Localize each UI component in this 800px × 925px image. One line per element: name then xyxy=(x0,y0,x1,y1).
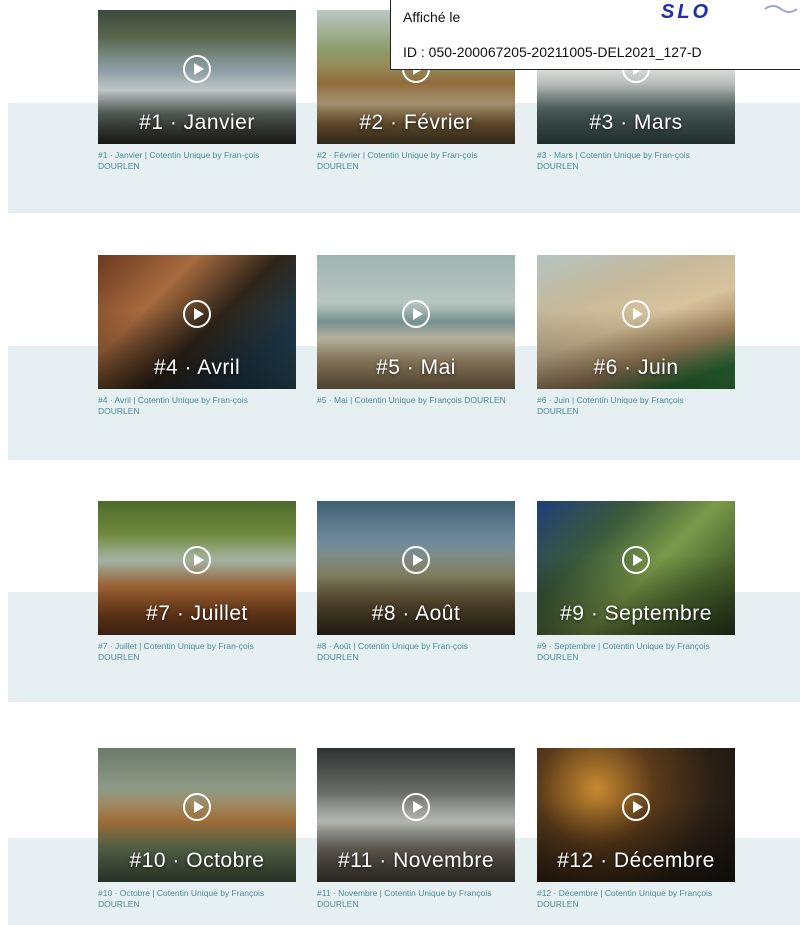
play-icon[interactable] xyxy=(622,546,650,574)
video-caption[interactable]: #9 · Septembre | Cotentin Unique by Fran… xyxy=(537,641,727,663)
stamp-displayed-label: Affiché le xyxy=(403,9,461,25)
video-card-aout: #8 · Août #8 · Août | Cotentin Unique by… xyxy=(317,501,515,663)
slo-logo: SLO xyxy=(661,1,800,21)
video-title: #7 · Juillet xyxy=(146,602,248,625)
video-card-juillet: #7 · Juillet #7 · Juillet | Cotentin Uni… xyxy=(98,501,296,663)
video-title: #3 · Mars xyxy=(589,111,683,134)
video-caption[interactable]: #12 · Décembre | Cotentin Unique by Fran… xyxy=(537,888,727,910)
video-caption[interactable]: #7 · Juillet | Cotentin Unique by Fran-ç… xyxy=(98,641,288,663)
video-thumbnail-septembre[interactable]: #9 · Septembre xyxy=(537,501,735,635)
video-title: #10 · Octobre xyxy=(129,849,265,872)
video-caption[interactable]: #6 · Juin | Cotentin Unique by François … xyxy=(537,395,727,417)
play-icon[interactable] xyxy=(402,300,430,328)
video-title: #1 · Janvier xyxy=(139,111,255,134)
video-title: #9 · Septembre xyxy=(560,602,712,625)
video-caption[interactable]: #8 · Août | Cotentin Unique by Fran-çois… xyxy=(317,641,507,663)
video-card-janvier: #1 · Janvier #1 · Janvier | Cotentin Uni… xyxy=(98,10,296,172)
play-icon[interactable] xyxy=(622,300,650,328)
video-card-octobre: #10 · Octobre #10 · Octobre | Cotentin U… xyxy=(98,748,296,910)
video-caption[interactable]: #11 · Novembre | Cotentin Unique by Fran… xyxy=(317,888,507,910)
play-icon[interactable] xyxy=(402,546,430,574)
video-card-juin: #6 · Juin #6 · Juin | Cotentin Unique by… xyxy=(537,255,735,417)
video-caption[interactable]: #2 · Février | Cotentin Unique by Fran-ç… xyxy=(317,150,507,172)
video-title: #4 · Avril xyxy=(153,356,241,379)
video-thumbnail-avril[interactable]: #4 · Avril xyxy=(98,255,296,389)
video-title: #5 · Mai xyxy=(376,356,456,379)
video-thumbnail-mai[interactable]: #5 · Mai xyxy=(317,255,515,389)
video-title: #8 · Août xyxy=(371,602,461,625)
video-card-mai: #5 · Mai #5 · Mai | Cotentin Unique by F… xyxy=(317,255,515,406)
video-title: #6 · Juin xyxy=(593,356,679,379)
video-thumbnail-decembre[interactable]: #12 · Décembre xyxy=(537,748,735,882)
video-thumbnail-novembre[interactable]: #11 · Novembre xyxy=(317,748,515,882)
video-thumbnail-aout[interactable]: #8 · Août xyxy=(317,501,515,635)
play-icon[interactable] xyxy=(402,793,430,821)
video-card-septembre: #9 · Septembre #9 · Septembre | Cotentin… xyxy=(537,501,735,663)
video-thumbnail-juin[interactable]: #6 · Juin xyxy=(537,255,735,389)
video-card-novembre: #11 · Novembre #11 · Novembre | Cotentin… xyxy=(317,748,515,910)
video-thumbnail-juillet[interactable]: #7 · Juillet xyxy=(98,501,296,635)
stamp-id-line: ID : 050-200067205-20211005-DEL2021_127-… xyxy=(403,44,702,60)
video-caption[interactable]: #4 · Avril | Cotentin Unique by Fran-çoi… xyxy=(98,395,288,417)
play-icon[interactable] xyxy=(183,55,211,83)
video-title: #12 · Décembre xyxy=(557,849,715,872)
video-thumbnail-janvier[interactable]: #1 · Janvier xyxy=(98,10,296,144)
slo-logo-text: SLO xyxy=(661,1,711,21)
play-icon[interactable] xyxy=(622,793,650,821)
video-caption[interactable]: #5 · Mai | Cotentin Unique by François D… xyxy=(317,395,507,406)
video-caption[interactable]: #1 · Janvier | Cotentin Unique by Fran-ç… xyxy=(98,150,288,172)
video-card-decembre: #12 · Décembre #12 · Décembre | Cotentin… xyxy=(537,748,735,910)
video-thumbnail-octobre[interactable]: #10 · Octobre xyxy=(98,748,296,882)
play-icon[interactable] xyxy=(183,546,211,574)
video-title: #11 · Novembre xyxy=(337,849,494,872)
video-caption[interactable]: #3 · Mars | Cotentin Unique by Fran-çois… xyxy=(537,150,727,172)
publication-stamp: Affiché le ID : 050-200067205-20211005-D… xyxy=(390,0,800,70)
video-caption[interactable]: #10 · Octobre | Cotentin Unique by Franç… xyxy=(98,888,288,910)
video-title: #2 · Février xyxy=(359,111,473,134)
video-card-avril: #4 · Avril #4 · Avril | Cotentin Unique … xyxy=(98,255,296,417)
play-icon[interactable] xyxy=(183,793,211,821)
play-icon[interactable] xyxy=(183,300,211,328)
